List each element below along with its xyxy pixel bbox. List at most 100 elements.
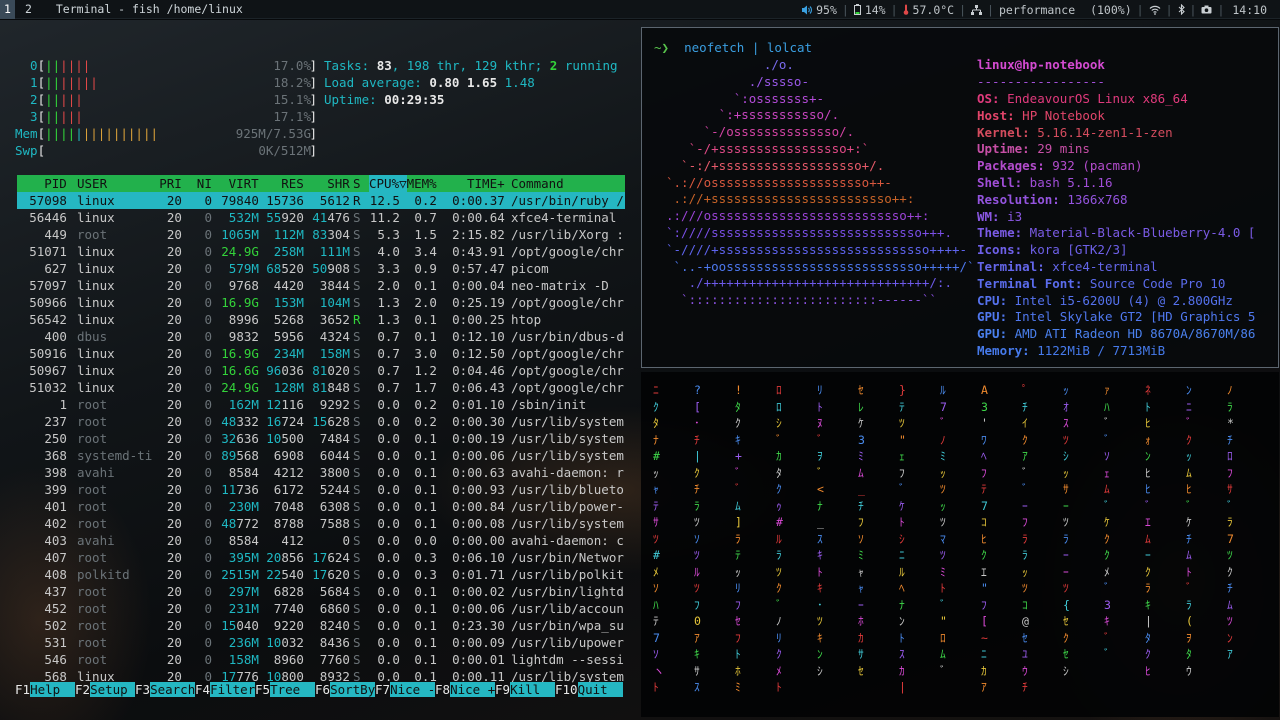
process-row[interactable]: 407 root 20 0 395M 20856 17624 S 0.0 0.3 0:06.10/u… [17,549,625,566]
process-row[interactable]: 50967 linux 20 0 16.6G 96036 81020 S 0.7 1.2 0:04.… [17,362,625,379]
fkey-f7[interactable]: F7Nice - [375,681,436,698]
thousands-part: 16 [266,414,282,429]
size-value: 16.9 [221,295,252,310]
status-separator: | [841,2,849,17]
process-row[interactable]: 1 root 20 0 162M 12116 9292 S 0.0 0.2 0:01.10/sbin… [17,396,625,413]
process-row[interactable]: 56542 linux 20 0 8996 5268 3652 R 1.3 0.1 0:00.25 h… [17,311,625,328]
size-unit: M [251,635,259,650]
process-row[interactable]: 400 dbus 20 0 9832 5956 4324 S 0.7 0.1 0:12.10/usr… [17,328,625,345]
process-cell: 0:00.01 [452,652,505,667]
process-row[interactable]: 51032 linux 20 0 24.9G 128M 81848 S 0.7 1.7 0:06.4… [17,379,625,396]
fkey-f3[interactable]: F3Search [135,681,196,698]
process-row[interactable]: 250 root 20 0 32636 10500 7484 S 0.0 0.1 0:00.19/u… [17,430,625,447]
process-row[interactable]: 56446 linux 20 0 532M 55920 41476 S 11.2 0.7 0:00.… [17,209,625,226]
fkey-f8[interactable]: F8Nice + [435,681,496,698]
process-cell: linux [77,278,115,293]
matrix-glyph: ﾀ [735,399,741,414]
column-header-mem[interactable]: MEM% [407,175,437,192]
process-cell: S [353,295,361,310]
column-header-cpu[interactable]: CPU%▽ [369,175,407,192]
matrix-glyph: ﾋ [1145,663,1151,678]
info-value: 932 (pacman) [1044,158,1143,174]
process-row[interactable]: 402 root 20 0 48772 8788 7588 S 0.0 0.1 0:00.08/us… [17,515,625,532]
matrix-glyph: ﾋ [981,531,987,546]
column-header-shr[interactable]: SHR [327,175,350,192]
column-header-ni[interactable]: NI [197,175,212,192]
matrix-glyph: ﾗ [1227,515,1233,529]
column-header-time+[interactable]: TIME+ [467,175,505,192]
process-row[interactable]: 449 root 20 0 1065M 112M 83304 S 5.3 1.5 2:15.82/u… [17,226,625,243]
column-header-user[interactable]: USER [77,175,107,192]
workspace-2-button[interactable]: 2 [21,0,36,19]
fkey-f2[interactable]: F2Setup [75,681,136,698]
process-row[interactable]: 546 root 20 0 158M 8960 7760 S 0.0 0.1 0:00.01 ligh… [17,651,625,668]
neofetch-pane[interactable]: ~❯ neofetch | lolcat ./o. ./sssso- `:oss… [641,27,1279,368]
memory-meter: Mem[||||||||||||||| 925M/7.53G] [15,125,317,142]
process-cell: 0:00.00 [452,533,505,548]
process-row[interactable]: 437 root 20 0 297M 6828 5684 S 0.0 0.1 0:00.02/usr… [17,583,625,600]
process-row[interactable]: 57098 linux 20 0 79840 15736 5612 R 12.5 0.2 0:00.… [17,192,625,209]
fkey-f4[interactable]: F4Filter [195,681,256,698]
process-cell: /usr/lib/upower [511,635,624,650]
speaker-icon [802,5,813,14]
process-row[interactable]: 50966 linux 20 0 16.9G 153M 104M S 1.3 2.0 0:25.19… [17,294,625,311]
matrix-column: ﾘﾄﾇﾞｦﾞ < ﾅ _ ｽｷﾄｷ･ﾂｷﾝｼ [817,382,824,679]
fkey-f10[interactable]: F10Quit [555,681,623,698]
column-header-virt[interactable]: VIRT [229,175,259,192]
workspace-1-button[interactable]: 1 [0,0,15,19]
process-table-header[interactable]: PID USER PRI NI VIRT RES SHR S CPU%▽ MEM% TIME+ Com… [17,175,625,192]
fkey-f5[interactable]: F5Tree [255,681,316,698]
process-row[interactable]: 368 systemd-ti 20 0 89568 6908 6044 S 0.0 0.1 0:00… [17,447,625,464]
fkey-f9[interactable]: F9Kill [495,681,556,698]
process-row[interactable]: 398 avahi 20 0 8584 4212 3800 S 0.0 0.1 0:00.63 ava… [17,464,625,481]
process-cell: 0:00.93 [452,482,505,497]
process-row[interactable]: 531 root 20 0 236M 10032 8436 S 0.0 0.1 0:00.09/us… [17,634,625,651]
info-value: bash 5.1.16 [1022,175,1113,190]
process-row[interactable]: 237 root 20 0 48332 16724 15628 S 0.0 0.2 0:00.30 /… [17,413,625,430]
matrix-column: ﾙ 7 ﾞﾉﾐｯﾂｯﾂﾏﾂﾐﾄﾞ " ﾛﾑﾞ [940,382,947,679]
thousands-part: 48 [221,414,237,429]
matrix-glyph: ｿ [694,531,700,546]
volume-status[interactable]: 95% [796,3,842,17]
matrix-glyph: ﾑ [1145,531,1151,546]
matrix-glyph: ｾ [1022,630,1028,645]
info-value: xfce4-terminal [1044,259,1158,274]
process-cell: 57098 [29,193,67,208]
process-row[interactable]: 51071 linux 20 0 24.9G 258M 111M S 4.0 3.4 0:43.91… [17,243,625,260]
matrix-glyph: ﾞ [1104,416,1110,430]
wifi-status[interactable] [1144,5,1166,15]
matrix-glyph: ﾕ [1022,647,1028,661]
process-cell: 0.1 [414,312,437,327]
info-value: 1122MiB / 7713MiB [1029,343,1166,358]
process-row[interactable]: 403 avahi 20 0 8584 412 0 S 0.0 0.0 0:00.00 avahi-d… [17,532,625,549]
bluetooth-status[interactable] [1173,4,1190,15]
column-header-pid[interactable]: PID [44,175,67,192]
process-row[interactable]: 452 root 20 0 231M 7740 6860 S 0.0 0.1 0:00.06/usr… [17,600,625,617]
column-header-command[interactable]: Command [511,175,564,192]
matrix-glyph: ﾝ [1227,630,1233,645]
column-header-res[interactable]: RES [281,175,304,192]
meter-bracket: [ [37,126,46,141]
logo-line: ./sssso- [666,73,809,89]
process-cell: 0.1 [414,601,437,616]
fkey-f1[interactable]: F1Help [15,681,76,698]
column-header-pri[interactable]: PRI [159,175,182,192]
htop-pane[interactable]: 0[|||||| 17.0%] 1[||||||| 18.2%] 2[||||| 15… [15,57,627,702]
matrix-glyph: ﾒ [1104,564,1110,579]
screenshot-status[interactable] [1196,5,1217,14]
process-cell: /opt/google/chr [511,380,624,395]
process-row[interactable]: 408 polkitd 20 0 2515M 22540 17620 S 0.0 0.3 0:01.… [17,566,625,583]
neo-matrix-pane[interactable]: ﾆｸﾀﾅ # ｯｬﾃｻﾂ # ﾒｿﾊﾃ 7 ｿヽﾄ?[･ﾁ | ｸﾁﾗﾂｿﾂﾙﾂﾌ 0 ｱｷｻｽ! ﾀ… [641,372,1279,717]
meter-value: 15.1% [273,92,311,107]
process-row[interactable]: 502 root 20 0 15040 9220 8240 S 0.0 0.1 0:23.30/us… [17,617,625,634]
process-row[interactable]: 50916 linux 20 0 16.9G 234M 158M S 0.7 3.0 0:12.50… [17,345,625,362]
process-row[interactable]: 399 root 20 0 11736 6172 5244 S 0.0 0.1 0:00.93/us… [17,481,625,498]
process-row[interactable]: 57097 linux 20 0 9768 4420 3844 S 2.0 0.1 0:00.04 n… [17,277,625,294]
info-uptime: Uptime: 29 mins [977,141,1090,158]
column-header-s[interactable]: S [353,175,361,192]
fkey-f6[interactable]: F6SortBy [315,681,376,698]
meter-value: 18.2% [273,75,311,90]
process-row[interactable]: 401 root 20 0 230M 7048 6308 S 0.0 0.1 0:00.84/usr… [17,498,625,515]
matrix-glyph: ﾝ [1145,449,1151,463]
process-row[interactable]: 627 linux 20 0 579M 68520 50908 S 3.3 0.9 0:57.47 p… [17,260,625,277]
